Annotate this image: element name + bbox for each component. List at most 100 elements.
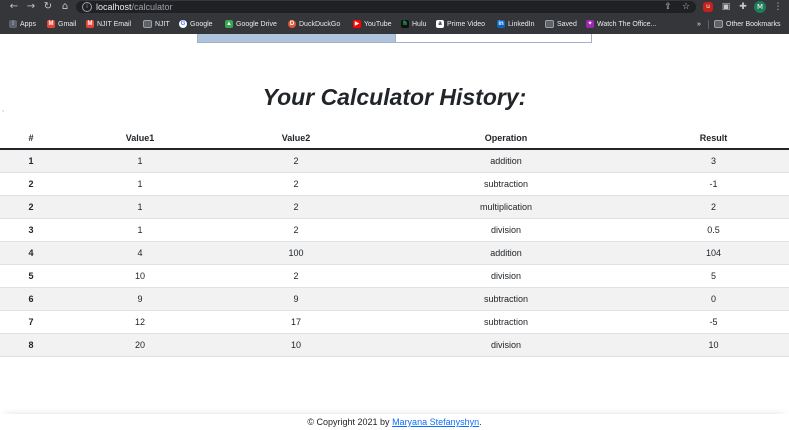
reload-icon[interactable]: ↻	[42, 1, 54, 13]
history-table: # Value1 Value2 Operation Result 1 1 2 a…	[0, 127, 789, 357]
back-arrow-icon[interactable]: ←	[8, 1, 20, 13]
bookmark-apps[interactable]: ⁝ Apps	[9, 18, 36, 30]
table-row: 2 1 2 subtraction -1	[0, 172, 789, 196]
cell-result: -5	[638, 310, 789, 334]
bookmark-label: Google Drive	[236, 20, 277, 28]
cell-value1: 1	[62, 195, 218, 219]
bookmark-label: LinkedIn	[508, 20, 535, 28]
gmail-icon: M	[47, 20, 55, 28]
cell-operation: addition	[374, 241, 638, 265]
cell-value2: 2	[218, 149, 374, 173]
cell-result: 104	[638, 241, 789, 265]
table-row: 8 20 10 division 10	[0, 333, 789, 357]
youtube-icon: ▶	[353, 20, 361, 28]
amazon-icon: a	[436, 20, 444, 28]
footer: © Copyright 2021 by Maryana Stefanyshyn.	[0, 414, 789, 430]
bookmark-linkedin[interactable]: in LinkedIn	[497, 18, 534, 30]
cell-index: 2	[0, 195, 62, 219]
share-icon[interactable]: ⇪	[662, 1, 674, 13]
menu-kebab-icon[interactable]: ⋮	[772, 1, 784, 13]
top-panel-edge	[197, 34, 592, 43]
other-bookmarks[interactable]: Other Bookmarks	[714, 18, 780, 30]
address-bar[interactable]: i localhost/calculator	[76, 1, 696, 13]
bookmark-duckduckgo[interactable]: D DuckDuckGo	[288, 18, 340, 30]
cell-value2: 9	[218, 287, 374, 311]
page-title: Your Calculator History:	[262, 84, 527, 110]
bookmark-google-drive[interactable]: ▲ Google Drive	[225, 18, 277, 30]
bookmark-label: Prime Video	[447, 20, 486, 28]
cell-value1: 1	[62, 172, 218, 196]
column-header-value1: Value1	[62, 127, 218, 150]
bookmark-njit[interactable]: NJIT	[143, 18, 170, 30]
author-link[interactable]: Maryana Stefanyshyn	[392, 417, 479, 427]
url-host: localhost	[96, 2, 132, 12]
cell-value2: 17	[218, 310, 374, 334]
bookmark-label: Gmail	[58, 20, 77, 28]
profile-avatar[interactable]: M	[754, 1, 766, 13]
bookmark-hulu[interactable]: h Hulu	[401, 18, 426, 30]
bookmark-prime-video[interactable]: a Prime Video	[436, 18, 485, 30]
cell-value2: 2	[218, 218, 374, 242]
copyright-suffix: .	[479, 417, 482, 427]
column-header-operation: Operation	[374, 127, 638, 150]
cell-index: 4	[0, 241, 62, 265]
bookmark-youtube[interactable]: ▶ YouTube	[353, 18, 392, 30]
bookmark-label: NJIT Email	[97, 20, 132, 28]
cell-index: 5	[0, 264, 62, 288]
cell-operation: division	[374, 218, 638, 242]
bookmark-saved[interactable]: Saved	[545, 18, 577, 30]
table-row: 3 1 2 division 0.5	[0, 218, 789, 242]
bookmark-gmail[interactable]: M Gmail	[47, 18, 76, 30]
column-header-result: Result	[638, 127, 789, 150]
bookmark-label: DuckDuckGo	[299, 20, 341, 28]
table-row: 2 1 2 multiplication 2	[0, 195, 789, 219]
more-bookmarks-button[interactable]: »	[697, 18, 701, 30]
duckduckgo-icon: D	[288, 20, 296, 28]
cell-index: 7	[0, 310, 62, 334]
other-bookmarks-label: Other Bookmarks	[726, 20, 781, 28]
cell-value2: 2	[218, 195, 374, 219]
cell-operation: subtraction	[374, 172, 638, 196]
cell-value1: 9	[62, 287, 218, 311]
home-icon[interactable]: ⌂	[59, 1, 71, 13]
cell-operation: division	[374, 333, 638, 357]
cell-operation: subtraction	[374, 310, 638, 334]
bookmark-label: NJIT	[155, 20, 170, 28]
address-bar-row: ← → ↻ ⌂ i localhost/calculator ⇪ ☆ u ▣ ✚…	[0, 0, 789, 15]
cell-index: 2	[0, 172, 62, 196]
bookmark-label: Google	[190, 20, 213, 28]
folder-icon	[714, 20, 723, 28]
cell-operation: division	[374, 264, 638, 288]
cell-result: 5	[638, 264, 789, 288]
cell-index: 3	[0, 218, 62, 242]
cell-result: 10	[638, 333, 789, 357]
cell-value1: 1	[62, 149, 218, 173]
bookmark-watch-the-office[interactable]: ✦ Watch The Office...	[586, 18, 656, 30]
cell-result: 3	[638, 149, 789, 173]
site-info-icon[interactable]: i	[82, 2, 92, 12]
bookmark-label: YouTube	[364, 20, 392, 28]
table-header-row: # Value1 Value2 Operation Result	[0, 127, 789, 150]
bookmarks-divider	[708, 20, 709, 29]
gmail-icon: M	[86, 20, 94, 28]
folder-icon	[143, 20, 152, 28]
cell-operation: multiplication	[374, 195, 638, 219]
bookmark-label: Watch The Office...	[597, 20, 657, 28]
tv-icon: ✦	[586, 20, 594, 28]
cell-value2: 10	[218, 333, 374, 357]
bookmark-njit-email[interactable]: M NJIT Email	[86, 18, 131, 30]
cell-result: 2	[638, 195, 789, 219]
apps-grid-icon: ⁝	[9, 20, 17, 28]
url-text[interactable]: localhost/calculator	[96, 1, 173, 13]
forward-arrow-icon[interactable]: →	[25, 1, 37, 13]
extension-icon[interactable]: ▣	[720, 1, 732, 13]
cell-value1: 12	[62, 310, 218, 334]
extension-red-icon[interactable]: u	[703, 2, 713, 12]
table-row: 1 1 2 addition 3	[0, 149, 789, 173]
bookmark-star-icon[interactable]: ☆	[680, 1, 692, 13]
extensions-puzzle-icon[interactable]: ✚	[737, 1, 749, 13]
table-row: 7 12 17 subtraction -5	[0, 310, 789, 334]
bookmark-google[interactable]: G Google	[179, 18, 213, 30]
cell-value1: 1	[62, 218, 218, 242]
cell-result: 0	[638, 287, 789, 311]
